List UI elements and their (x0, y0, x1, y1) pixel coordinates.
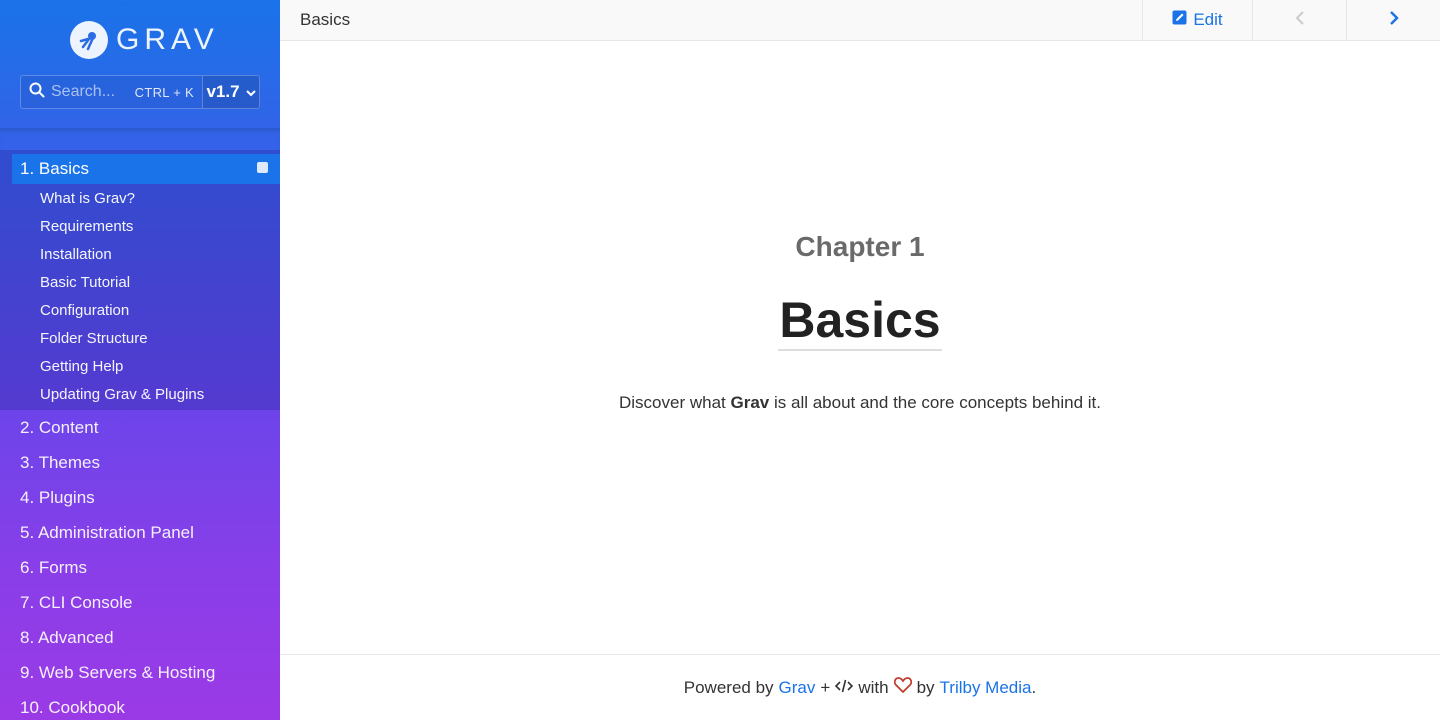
chapter-label: Chapter 1 (795, 231, 925, 262)
visited-check-icon (257, 162, 268, 173)
footer: Powered by Grav + with by Trilby Media. (280, 654, 1440, 720)
sidebar-divider (0, 128, 280, 150)
search-input[interactable] (51, 83, 131, 101)
search-field[interactable]: CTRL + K (20, 75, 202, 109)
footer-text: Powered by (683, 677, 774, 697)
sidebar-item[interactable]: 2. Content (0, 410, 280, 445)
edit-icon (1172, 10, 1187, 30)
sidebar: GRAV CTRL + K v1.7 1. Basics What is Gra… (0, 0, 280, 720)
chevron-right-icon (1389, 10, 1399, 31)
grav-link[interactable]: Grav (779, 678, 816, 698)
sidebar-item[interactable]: 5. Administration Panel (0, 515, 280, 550)
chevron-left-icon (1295, 10, 1305, 31)
active-section-group: 1. Basics What is Grav? Requirements Insta… (0, 150, 280, 410)
footer-text: . (1031, 677, 1037, 697)
version-value: v1.7 (206, 82, 240, 101)
footer-text: by (916, 677, 935, 697)
sidebar-item-basics[interactable]: 1. Basics (12, 154, 280, 184)
sidebar-item[interactable]: 4. Plugins (0, 480, 280, 515)
sidebar-subitem[interactable]: Configuration (0, 296, 280, 324)
sidebar-subitem[interactable]: Getting Help (0, 352, 280, 380)
sidebar-item[interactable]: 10. Cookbook (0, 690, 280, 720)
footer-text: with (858, 677, 889, 697)
sidebar-subitem[interactable]: What is Grav? (0, 184, 280, 212)
breadcrumb: Basics (300, 10, 351, 29)
sidebar-item-label: 1. Basics (20, 159, 89, 178)
chevron-down-icon (245, 82, 256, 102)
footer-text: + (820, 677, 831, 697)
search-icon (29, 82, 45, 103)
grav-logo[interactable]: GRAV (70, 20, 219, 60)
sidebar-nav: 1. Basics What is Grav? Requirements Insta… (0, 150, 280, 720)
sidebar-subitem[interactable]: Folder Structure (0, 324, 280, 352)
main-content: Chapter 1 Basics Discover what Grav is a… (280, 41, 1440, 654)
version-select[interactable]: v1.7 (202, 75, 260, 109)
sidebar-subitem[interactable]: Updating Grav & Plugins (0, 380, 280, 408)
edit-button[interactable]: Edit (1142, 0, 1252, 40)
sidebar-item[interactable]: 6. Forms (0, 550, 280, 585)
description-text: is all about and the core concepts behin… (773, 393, 1101, 412)
description-text: Discover what (619, 393, 726, 412)
top-bar: Basics Edit (280, 0, 1440, 41)
edit-label: Edit (1193, 10, 1223, 29)
chapter-description: Discover what Grav is all about and the … (280, 393, 1440, 413)
previous-page-button[interactable] (1252, 0, 1346, 40)
trilby-media-link[interactable]: Trilby Media (940, 678, 1032, 698)
grav-logo-icon (70, 21, 108, 59)
sidebar-item[interactable]: 3. Themes (0, 445, 280, 480)
description-strong: Grav (730, 393, 770, 412)
sidebar-subitem[interactable]: Basic Tutorial (0, 268, 280, 296)
sidebar-item[interactable]: 7. CLI Console (0, 585, 280, 620)
code-icon (835, 678, 854, 698)
page-title-wrap: Basics (280, 291, 1440, 351)
heart-icon (893, 677, 912, 698)
sidebar-item[interactable]: 8. Advanced (0, 620, 280, 655)
sidebar-subitem[interactable]: Requirements (0, 212, 280, 240)
sidebar-subitem[interactable]: Installation (0, 240, 280, 268)
search-shortcut: CTRL + K (134, 84, 194, 100)
logo-text: GRAV (116, 23, 219, 56)
search-bar: CTRL + K v1.7 (20, 75, 260, 109)
sidebar-item[interactable]: 9. Web Servers & Hosting (0, 655, 280, 690)
page-title: Basics (778, 291, 942, 351)
next-page-button[interactable] (1346, 0, 1440, 40)
